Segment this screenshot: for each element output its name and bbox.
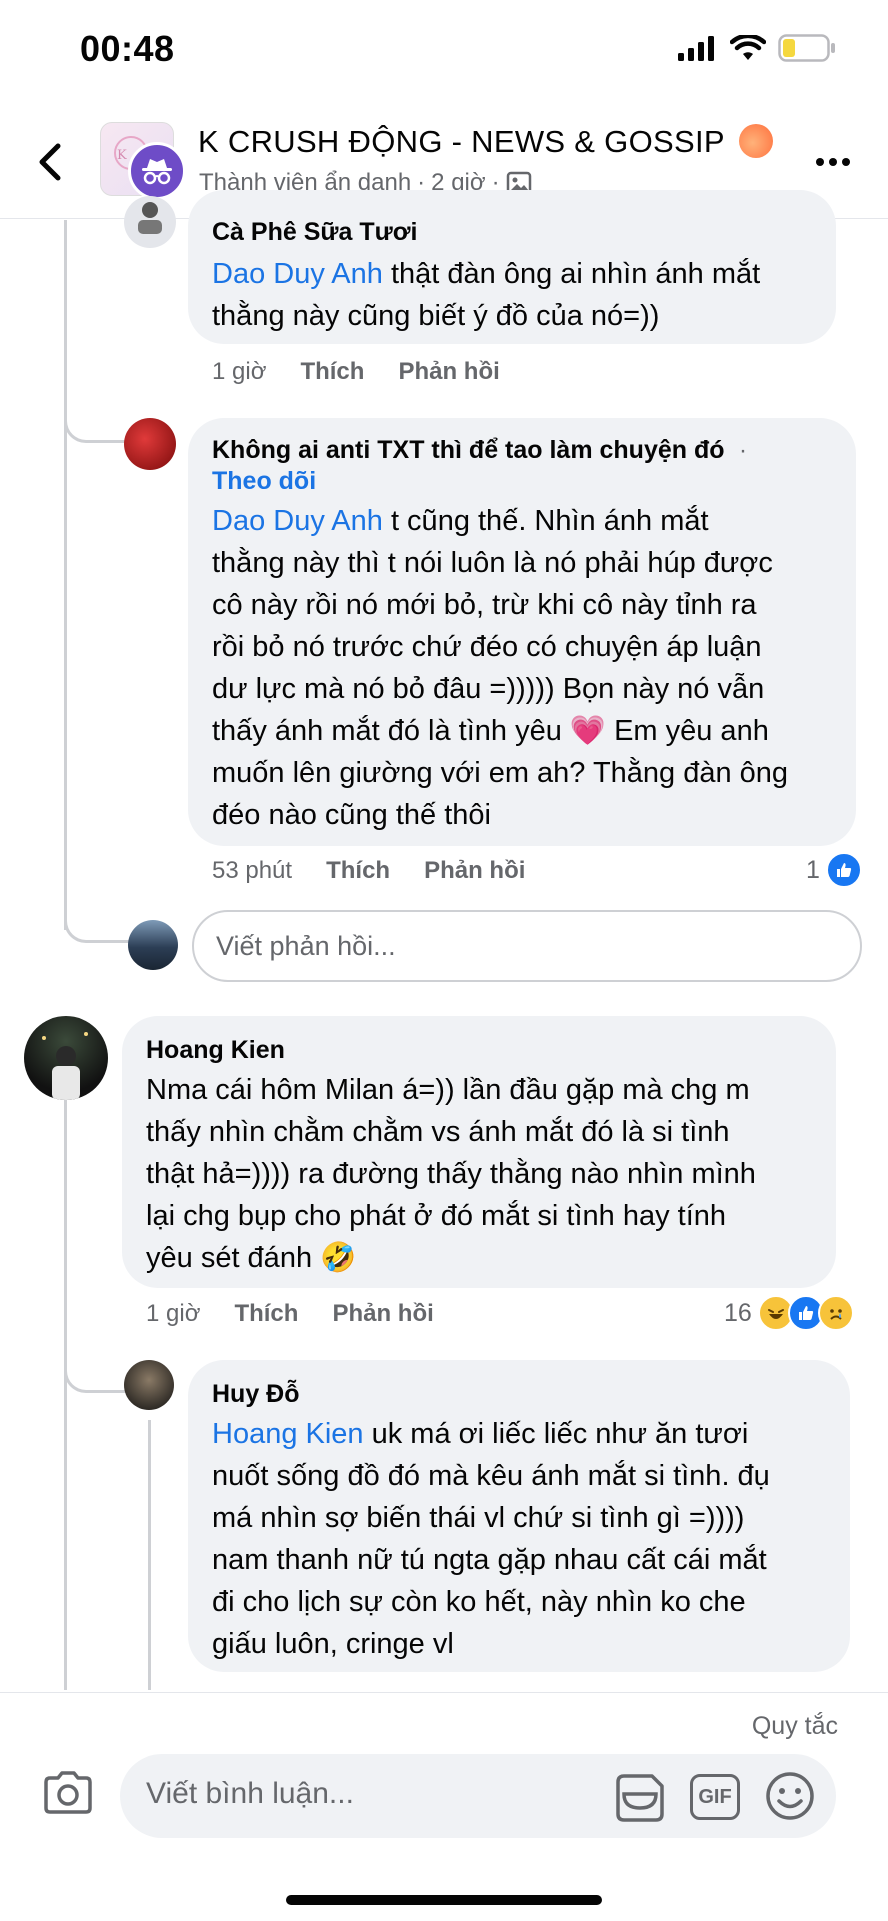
follow-button[interactable]: Theo dõi (212, 467, 316, 496)
mention-link[interactable]: Dao Duy Anh (212, 505, 383, 537)
group-name[interactable]: K CRUSH ĐỘNG - NEWS & GOSSIP (198, 124, 774, 160)
comment-author[interactable]: Không ai anti TXT thì để tao làm chuyện … (212, 436, 725, 464)
reply-button[interactable]: Phản hồi (424, 857, 525, 885)
comment-author[interactable]: Hoang Kien (146, 1036, 285, 1065)
comment-text: Dao Duy Anh thật đàn ông ai nhìn ánh mắt… (212, 258, 761, 332)
status-icons (678, 34, 836, 62)
like-icon (825, 852, 862, 888)
comment-header: Không ai anti TXT thì để tao làm chuyện … (212, 436, 747, 464)
comment-actions: 1 giờ Thích Phản hồi (212, 358, 500, 386)
comment-author[interactable]: Cà Phê Sữa Tươi (212, 218, 417, 247)
thread-connector (64, 880, 131, 943)
reaction-summary[interactable]: 1 (806, 852, 862, 888)
peach-emoji-icon (739, 124, 774, 158)
rules-link[interactable]: Quy tắc (752, 1712, 838, 1741)
avatar[interactable] (124, 1360, 174, 1410)
reply-button[interactable]: Phản hồi (398, 358, 499, 386)
more-icon[interactable] (816, 158, 850, 166)
like-button[interactable]: Thích (326, 857, 390, 885)
signal-icon (678, 36, 714, 61)
thread-line (148, 1420, 151, 1690)
thread-line (64, 1090, 67, 1690)
battery-icon (778, 34, 835, 62)
mention-link[interactable]: Dao Duy Anh (212, 258, 383, 290)
avatar[interactable] (124, 418, 176, 470)
comment-author[interactable]: Huy Đỗ (212, 1380, 300, 1409)
comment-text: Dao Duy Anh t cũng thế. Nhìn ánh mắt thằ… (212, 505, 789, 831)
current-user-avatar (128, 920, 178, 970)
like-button[interactable]: Thích (234, 1300, 298, 1328)
comment-actions: 1 giờ Thích Phản hồi (146, 1300, 434, 1328)
comment-text: Hoang Kien uk má ơi liếc liếc như ăn tươ… (212, 1418, 770, 1660)
gif-icon[interactable]: GIF (690, 1774, 740, 1820)
sticker-icon[interactable] (612, 1772, 668, 1824)
thread-connector (64, 380, 131, 443)
reply-input[interactable]: Viết phản hồi... (192, 910, 862, 982)
thread-line (64, 220, 67, 930)
comment-actions: 53 phút Thích Phản hồi (212, 857, 525, 885)
reaction-summary[interactable]: 16 (724, 1295, 854, 1331)
camera-icon[interactable] (42, 1770, 94, 1816)
wifi-icon (730, 35, 766, 60)
avatar[interactable] (24, 1016, 108, 1100)
mention-link[interactable]: Hoang Kien (212, 1418, 364, 1450)
sad-icon (817, 1295, 854, 1331)
incognito-icon (128, 142, 186, 200)
comment-time[interactable]: 1 giờ (212, 358, 266, 386)
svg-text:K: K (117, 148, 127, 163)
emoji-icon[interactable] (764, 1770, 816, 1822)
reply-button[interactable]: Phản hồi (332, 1300, 433, 1328)
like-button[interactable]: Thích (300, 358, 364, 386)
status-time: 00:48 (80, 28, 175, 69)
back-icon[interactable] (34, 142, 68, 182)
comment-input-placeholder: Viết bình luận... (146, 1777, 354, 1810)
comment-time[interactable]: 1 giờ (146, 1300, 200, 1328)
home-indicator (286, 1895, 602, 1905)
avatar[interactable] (124, 196, 176, 248)
comment-time[interactable]: 53 phút (212, 857, 292, 885)
comment-text: Nma cái hôm Milan á=)) lần đầu gặp mà ch… (146, 1074, 756, 1274)
thread-connector (64, 1330, 131, 1393)
